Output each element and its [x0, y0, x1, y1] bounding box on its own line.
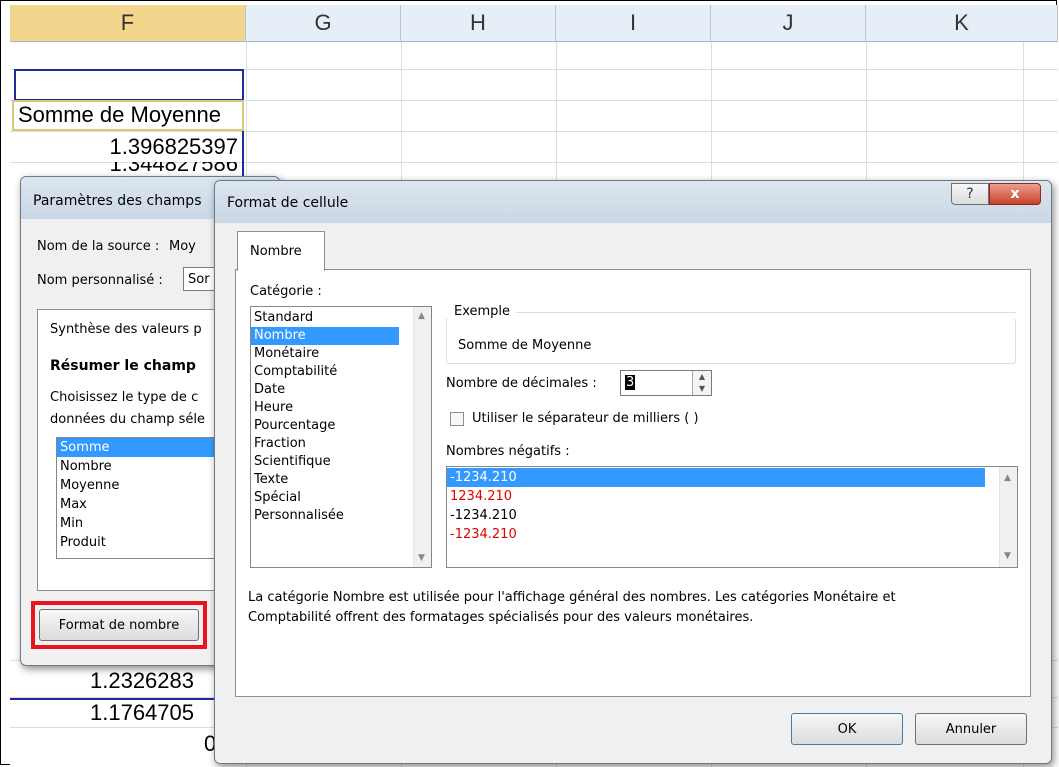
- cell-f5-value: 1.344827586: [110, 162, 238, 174]
- column-header-f[interactable]: F: [10, 5, 246, 42]
- list-item[interactable]: Heure: [251, 399, 431, 417]
- source-name-label: Nom de la source :: [37, 239, 160, 254]
- negative-numbers-list[interactable]: -1234.210 1234.210 -1234.210 -1234.210 ▲…: [446, 466, 1018, 568]
- example-label: Exemple: [454, 304, 511, 319]
- cancel-button[interactable]: Annuler: [915, 713, 1027, 745]
- list-item[interactable]: -1234.210: [447, 506, 1017, 525]
- scroll-down-icon[interactable]: ▼: [1004, 551, 1011, 561]
- close-button[interactable]: x: [989, 183, 1041, 205]
- custom-name-input-value: Sor: [188, 272, 210, 287]
- decimals-stepper[interactable]: 3 ▲ ▼: [620, 370, 712, 396]
- question-icon: ?: [966, 186, 974, 202]
- cell-f4[interactable]: 1.396825397: [10, 134, 238, 160]
- number-tab-panel: Catégorie : Standard Nombre Monétaire Co…: [235, 269, 1031, 697]
- scroll-up-icon[interactable]: ▲: [418, 311, 425, 321]
- list-item[interactable]: Monétaire: [251, 345, 431, 363]
- category-description-1: La catégorie Nombre est utilisée pour l'…: [248, 590, 896, 605]
- summarize-section-title: Résumer le champ: [50, 358, 196, 374]
- cell-f-row-a[interactable]: 1.2326283: [90, 668, 194, 694]
- column-header-h[interactable]: H: [401, 5, 556, 42]
- ok-button[interactable]: OK: [791, 713, 903, 745]
- thousands-label: Utiliser le séparateur de milliers ( ): [472, 411, 699, 426]
- column-header-g[interactable]: G: [246, 5, 401, 42]
- list-item[interactable]: Scientifique: [251, 453, 431, 471]
- category-description-2: Comptabilité offrent des formatages spéc…: [248, 610, 754, 625]
- field-settings-title: Paramètres des champs: [33, 193, 202, 209]
- cell-f5[interactable]: 1.344827586: [10, 162, 238, 174]
- range-outline: [14, 69, 244, 101]
- cell-f-row-b[interactable]: 1.1764705: [90, 700, 194, 726]
- column-header-i[interactable]: I: [556, 5, 711, 42]
- tab-nombre[interactable]: Nombre: [237, 231, 325, 271]
- cell-f3[interactable]: Somme de Moyenne: [18, 102, 221, 128]
- summarize-description-1: Choisissez le type de c: [50, 390, 199, 405]
- decimals-label: Nombre de décimales :: [446, 376, 597, 391]
- close-icon: x: [1010, 186, 1020, 202]
- list-item[interactable]: Pourcentage: [251, 417, 431, 435]
- negatives-scrollbar[interactable]: ▲ ▼: [999, 467, 1017, 567]
- source-name-value: Moy: [169, 239, 196, 254]
- negatives-label: Nombres négatifs :: [446, 444, 570, 459]
- summarize-tab-label[interactable]: Synthèse des valeurs p: [50, 322, 202, 337]
- decrease-icon[interactable]: ▼: [692, 383, 711, 395]
- number-format-button[interactable]: Format de nombre: [39, 609, 199, 641]
- column-header-j[interactable]: J: [711, 5, 866, 42]
- list-item[interactable]: -1234.210: [447, 525, 1017, 544]
- format-cells-dialog: Format de cellule ? x Nombre Catégorie :…: [214, 180, 1052, 764]
- list-item[interactable]: Date: [251, 381, 431, 399]
- list-item[interactable]: Nombre: [251, 327, 399, 345]
- scroll-up-icon[interactable]: ▲: [1004, 473, 1011, 483]
- category-scrollbar[interactable]: ▲ ▼: [413, 307, 431, 567]
- custom-name-label: Nom personnalisé :: [37, 273, 163, 288]
- thousands-checkbox[interactable]: [450, 412, 464, 426]
- tab-nombre-label: Nombre: [250, 244, 302, 259]
- list-item[interactable]: 1234.210: [447, 487, 1017, 506]
- list-item[interactable]: -1234.210: [447, 468, 985, 487]
- category-list[interactable]: Standard Nombre Monétaire Comptabilité D…: [250, 306, 432, 568]
- list-item[interactable]: Personnalisée: [251, 507, 431, 525]
- scroll-down-icon[interactable]: ▼: [418, 553, 425, 563]
- list-item[interactable]: Fraction: [251, 435, 431, 453]
- example-group-line: [516, 312, 1016, 313]
- format-cells-title: Format de cellule: [227, 195, 349, 211]
- column-header-k[interactable]: K: [866, 5, 1058, 42]
- list-item[interactable]: Comptabilité: [251, 363, 431, 381]
- summarize-description-2: données du champ séle: [50, 412, 205, 427]
- category-label: Catégorie :: [250, 284, 322, 299]
- list-item[interactable]: Texte: [251, 471, 431, 489]
- list-item[interactable]: Spécial: [251, 489, 431, 507]
- help-button[interactable]: ?: [951, 183, 989, 205]
- list-item[interactable]: Standard: [251, 309, 431, 327]
- decimals-input-value[interactable]: 3: [625, 375, 636, 390]
- example-value: Somme de Moyenne: [458, 338, 592, 353]
